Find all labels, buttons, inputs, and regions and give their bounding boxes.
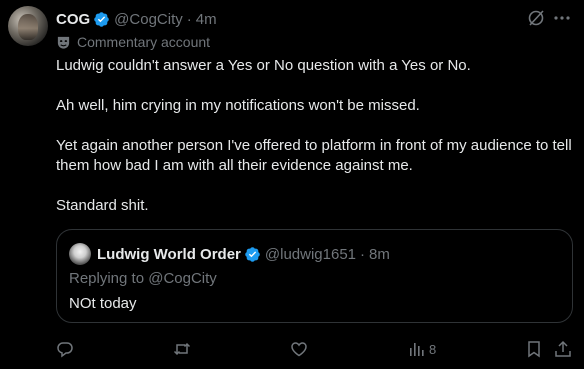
author-display-name[interactable]: COG: [56, 11, 90, 28]
separator: ·: [360, 245, 366, 263]
account-label: Commentary account: [56, 33, 210, 51]
account-label-text: Commentary account: [77, 34, 211, 50]
post-header: COG @CogCity · 4m: [56, 9, 217, 29]
views-button[interactable]: 8: [407, 339, 436, 359]
separator: ·: [186, 10, 192, 28]
quoted-author-display-name[interactable]: Ludwig World Order: [97, 246, 241, 263]
quoted-post-text: NOt today: [69, 295, 137, 312]
like-button[interactable]: [290, 339, 308, 359]
repost-button[interactable]: [173, 339, 191, 359]
author-avatar[interactable]: [8, 6, 48, 46]
repost-icon: [173, 342, 191, 356]
grok-icon[interactable]: [527, 9, 545, 27]
reply-button[interactable]: [56, 339, 74, 359]
post-paragraph: Ah well, him crying in my notifications …: [56, 97, 420, 114]
theater-mask-icon: [56, 35, 71, 50]
heart-icon: [291, 342, 307, 357]
quoted-post-header: Ludwig World Order @ludwig1651 · 8m: [97, 244, 390, 264]
views-count: 8: [429, 341, 437, 357]
action-bar: 8: [56, 339, 576, 359]
bookmark-icon: [528, 341, 540, 358]
analytics-icon: [410, 343, 424, 356]
quoted-author-handle[interactable]: @ludwig1651: [265, 246, 356, 263]
share-button[interactable]: [554, 339, 572, 359]
post-body: Ludwig couldn't answer a Yes or No quest…: [56, 56, 576, 216]
post-paragraph: Yet again another person I've offered to…: [56, 137, 572, 174]
verified-badge-icon: [93, 11, 110, 28]
quoted-post-timestamp[interactable]: 8m: [369, 246, 390, 263]
reply-icon: [57, 342, 73, 358]
replying-to[interactable]: Replying to @CogCity: [69, 270, 217, 287]
author-handle[interactable]: @CogCity: [114, 11, 183, 28]
post-timestamp[interactable]: 4m: [196, 11, 217, 28]
quoted-post[interactable]: Ludwig World Order @ludwig1651 · 8m Repl…: [56, 229, 573, 323]
more-options-icon[interactable]: [553, 9, 571, 27]
quoted-author-avatar[interactable]: [69, 243, 91, 265]
verified-badge-icon: [244, 246, 261, 263]
post[interactable]: COG @CogCity · 4m Commentary account Lud…: [0, 0, 584, 369]
post-paragraph: Standard shit.: [56, 197, 149, 214]
share-icon: [555, 340, 571, 357]
bookmark-button[interactable]: [525, 339, 543, 359]
post-paragraph: Ludwig couldn't answer a Yes or No quest…: [56, 57, 471, 74]
